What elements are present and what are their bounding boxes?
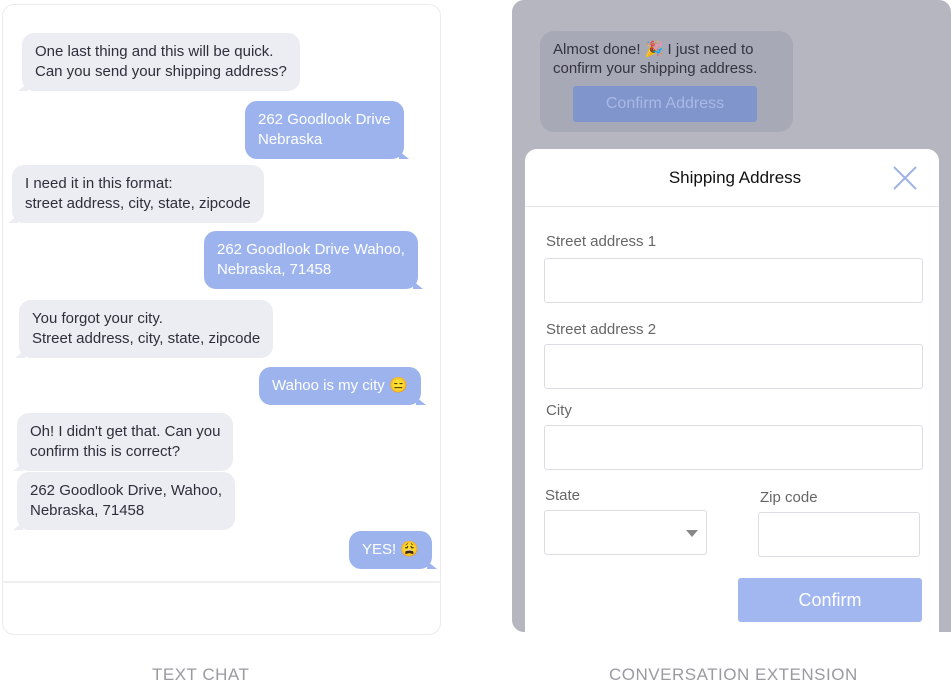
street2-label: Street address 2 bbox=[546, 321, 657, 338]
confirm-button[interactable]: Confirm bbox=[738, 578, 922, 622]
bot-message: One last thing and this will be quick. C… bbox=[18, 33, 300, 91]
street1-input[interactable] bbox=[544, 258, 923, 303]
bot-message: Oh! I didn't get that. Can you confirm t… bbox=[12, 413, 234, 471]
zip-label: Zip code bbox=[760, 489, 818, 506]
shipping-address-modal bbox=[525, 149, 939, 632]
street1-label: Street address 1 bbox=[546, 233, 657, 250]
user-message: 262 Goodlook Drive Wahoo, Nebraska, 7145… bbox=[204, 231, 423, 289]
user-message: Wahoo is my city 😑 bbox=[259, 367, 426, 405]
state-select[interactable] bbox=[544, 510, 707, 555]
street2-input[interactable] bbox=[544, 344, 923, 389]
zip-input[interactable] bbox=[758, 512, 920, 557]
user-message: 262 Goodlook Drive Nebraska bbox=[245, 101, 409, 159]
chat-input-divider bbox=[2, 581, 441, 583]
divider bbox=[525, 206, 939, 207]
chevron-down-icon bbox=[686, 530, 698, 537]
modal-title: Shipping Address bbox=[668, 168, 802, 187]
bot-message: I need it in this format: street address… bbox=[8, 165, 264, 223]
bot-message: You forgot your city. Street address, ci… bbox=[14, 300, 274, 358]
city-label: City bbox=[546, 402, 572, 419]
extension-caption: CONVERSATION EXTENSION bbox=[609, 665, 858, 684]
confirm-address-button[interactable]: Confirm Address bbox=[573, 86, 757, 122]
chat-input[interactable] bbox=[4, 584, 439, 632]
text-chat-caption: TEXT CHAT bbox=[152, 665, 250, 684]
state-label: State bbox=[545, 487, 581, 504]
bot-message: 262 Goodlook Drive, Wahoo, Nebraska, 714… bbox=[12, 472, 236, 530]
city-input[interactable] bbox=[544, 425, 923, 470]
user-message: YES! 😩 bbox=[349, 531, 438, 569]
close-icon[interactable] bbox=[892, 165, 918, 191]
